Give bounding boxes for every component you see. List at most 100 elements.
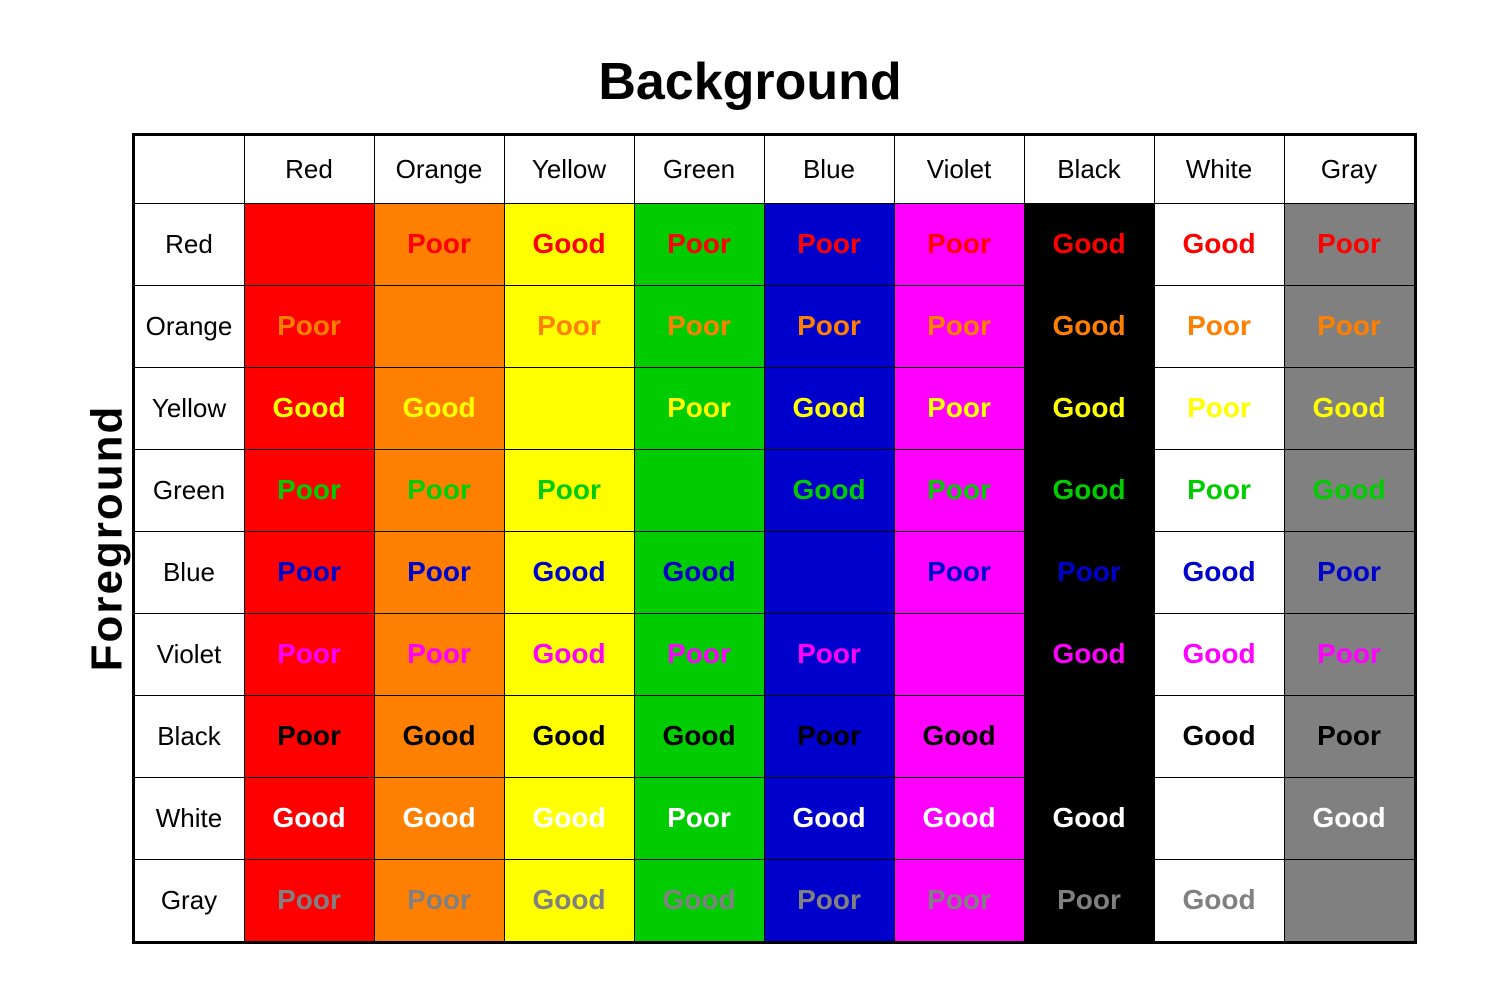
table-container: RedOrangeYellowGreenBlueVioletBlackWhite… [132, 133, 1417, 944]
cell-yellow-green: Poor [634, 367, 764, 449]
col-header-white: White [1154, 135, 1284, 203]
outer-table-wrapper: Foreground RedOrangeYellowGreenBlueViole… [84, 128, 1417, 948]
cell-white-yellow: Good [504, 777, 634, 859]
cell-black-yellow: Good [504, 695, 634, 777]
cell-orange-blue: Poor [764, 285, 894, 367]
cell-yellow-orange: Good [374, 367, 504, 449]
cell-green-violet: Poor [894, 449, 1024, 531]
main-title: Background [598, 52, 901, 112]
cell-white-violet: Good [894, 777, 1024, 859]
cell-yellow-yellow [504, 367, 634, 449]
table-row: OrangePoorPoorPoorPoorPoorGoodPoorPoor [134, 285, 1414, 367]
row-label-green: Green [134, 449, 244, 531]
cell-white-white [1154, 777, 1284, 859]
cell-orange-green: Poor [634, 285, 764, 367]
col-header-violet: Violet [894, 135, 1024, 203]
table-row: GreenPoorPoorPoorGoodPoorGoodPoorGood [134, 449, 1414, 531]
page-container: Background Foreground RedOrangeYellowGre… [50, 52, 1450, 948]
cell-green-green [634, 449, 764, 531]
cell-red-red [244, 203, 374, 285]
cell-green-black: Good [1024, 449, 1154, 531]
cell-blue-gray: Poor [1284, 531, 1414, 613]
cell-violet-white: Good [1154, 613, 1284, 695]
cell-white-blue: Good [764, 777, 894, 859]
cell-blue-black: Poor [1024, 531, 1154, 613]
col-header-gray: Gray [1284, 135, 1414, 203]
cell-gray-red: Poor [244, 859, 374, 941]
table-row: VioletPoorPoorGoodPoorPoorGoodGoodPoor [134, 613, 1414, 695]
cell-blue-white: Good [1154, 531, 1284, 613]
table-row: BluePoorPoorGoodGoodPoorPoorGoodPoor [134, 531, 1414, 613]
cell-green-white: Poor [1154, 449, 1284, 531]
cell-green-red: Poor [244, 449, 374, 531]
cell-orange-red: Poor [244, 285, 374, 367]
cell-blue-blue [764, 531, 894, 613]
cell-yellow-blue: Good [764, 367, 894, 449]
cell-violet-black: Good [1024, 613, 1154, 695]
cell-black-white: Good [1154, 695, 1284, 777]
row-label-black: Black [134, 695, 244, 777]
col-header-red: Red [244, 135, 374, 203]
cell-red-black: Good [1024, 203, 1154, 285]
table-row: WhiteGoodGoodGoodPoorGoodGoodGoodGood [134, 777, 1414, 859]
column-header-row: RedOrangeYellowGreenBlueVioletBlackWhite… [134, 135, 1414, 203]
col-header-blue: Blue [764, 135, 894, 203]
cell-gray-gray [1284, 859, 1414, 941]
cell-gray-orange: Poor [374, 859, 504, 941]
cell-orange-white: Poor [1154, 285, 1284, 367]
col-header-green: Green [634, 135, 764, 203]
cell-red-white: Good [1154, 203, 1284, 285]
vertical-label-container: Foreground [84, 128, 132, 948]
cell-yellow-red: Good [244, 367, 374, 449]
row-label-yellow: Yellow [134, 367, 244, 449]
cell-violet-violet [894, 613, 1024, 695]
cell-violet-gray: Poor [1284, 613, 1414, 695]
row-label-white: White [134, 777, 244, 859]
table-row: GrayPoorPoorGoodGoodPoorPoorPoorGood [134, 859, 1414, 941]
cell-yellow-violet: Poor [894, 367, 1024, 449]
row-label-gray: Gray [134, 859, 244, 941]
cell-red-green: Poor [634, 203, 764, 285]
cell-white-gray: Good [1284, 777, 1414, 859]
cell-red-blue: Poor [764, 203, 894, 285]
cell-blue-yellow: Good [504, 531, 634, 613]
cell-black-violet: Good [894, 695, 1024, 777]
cell-violet-yellow: Good [504, 613, 634, 695]
cell-orange-orange [374, 285, 504, 367]
cell-black-green: Good [634, 695, 764, 777]
cell-red-orange: Poor [374, 203, 504, 285]
table-row: RedPoorGoodPoorPoorPoorGoodGoodPoor [134, 203, 1414, 285]
cell-blue-orange: Poor [374, 531, 504, 613]
contrast-table: RedOrangeYellowGreenBlueVioletBlackWhite… [134, 135, 1415, 942]
cell-orange-gray: Poor [1284, 285, 1414, 367]
cell-green-yellow: Poor [504, 449, 634, 531]
cell-gray-blue: Poor [764, 859, 894, 941]
col-header-black: Black [1024, 135, 1154, 203]
cell-green-orange: Poor [374, 449, 504, 531]
cell-white-orange: Good [374, 777, 504, 859]
cell-red-gray: Poor [1284, 203, 1414, 285]
cell-violet-red: Poor [244, 613, 374, 695]
cell-violet-green: Poor [634, 613, 764, 695]
corner-header [134, 135, 244, 203]
cell-white-green: Poor [634, 777, 764, 859]
cell-blue-red: Poor [244, 531, 374, 613]
cell-gray-violet: Poor [894, 859, 1024, 941]
cell-gray-black: Poor [1024, 859, 1154, 941]
cell-violet-orange: Poor [374, 613, 504, 695]
row-label-red: Red [134, 203, 244, 285]
cell-black-black [1024, 695, 1154, 777]
cell-red-yellow: Good [504, 203, 634, 285]
cell-orange-black: Good [1024, 285, 1154, 367]
cell-black-red: Poor [244, 695, 374, 777]
cell-green-blue: Good [764, 449, 894, 531]
row-label-violet: Violet [134, 613, 244, 695]
table-row: YellowGoodGoodPoorGoodPoorGoodPoorGood [134, 367, 1414, 449]
row-label-orange: Orange [134, 285, 244, 367]
cell-gray-yellow: Good [504, 859, 634, 941]
cell-black-blue: Poor [764, 695, 894, 777]
cell-green-gray: Good [1284, 449, 1414, 531]
cell-black-orange: Good [374, 695, 504, 777]
col-header-orange: Orange [374, 135, 504, 203]
cell-orange-yellow: Poor [504, 285, 634, 367]
